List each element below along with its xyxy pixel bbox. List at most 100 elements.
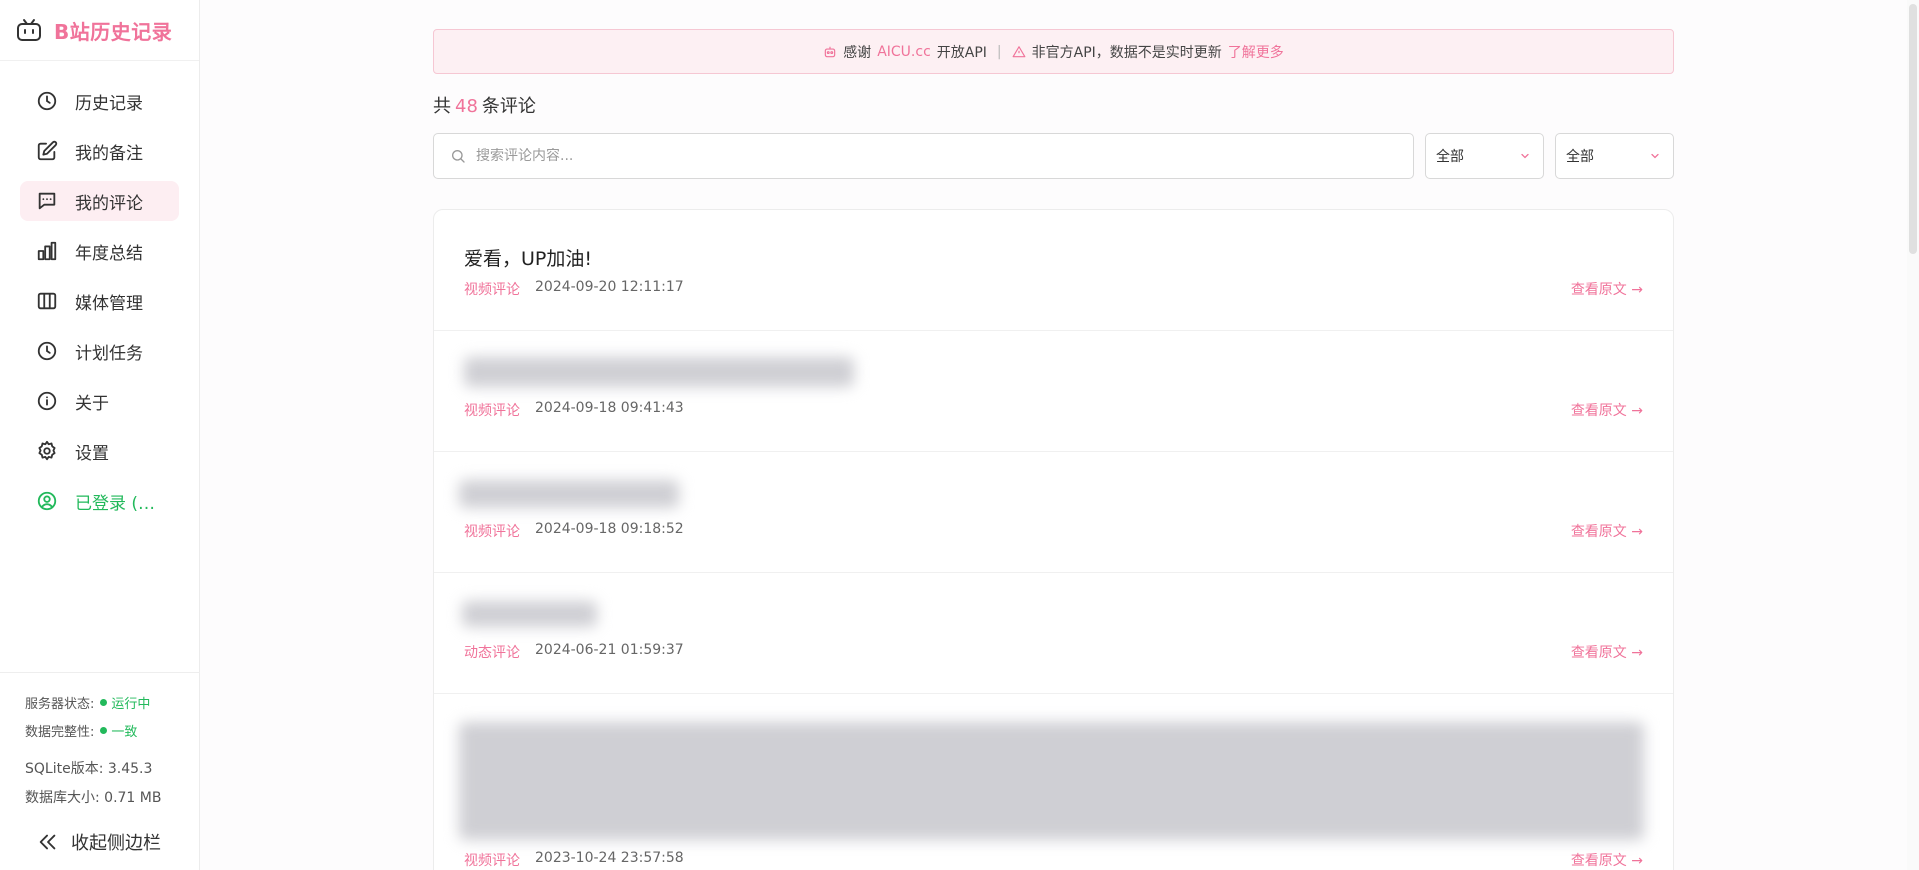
sidebar-item-comments[interactable]: 我的评论 (20, 181, 179, 221)
comment-type: 动态评论 (464, 645, 520, 661)
count-suffix: 条评论 (481, 96, 536, 117)
notice-thanks: 感谢 (843, 44, 872, 61)
sidebar-item-login[interactable]: 已登录 (… (20, 481, 179, 521)
sort-value: 全部 (1566, 149, 1594, 165)
sidebar-item-notes[interactable]: 我的备注 (20, 131, 179, 171)
sidebar-item-label: 历史记录 (75, 93, 143, 114)
comment-type-value: 全部 (1436, 149, 1464, 165)
sidebar-item-about[interactable]: 关于 (20, 381, 179, 421)
sidebar-item-label: 关于 (75, 393, 109, 414)
blurred-comment-content (459, 480, 679, 508)
view-original-link[interactable]: 查看原文 → (1571, 850, 1643, 870)
page-scrollbar[interactable] (1907, 0, 1919, 870)
sidebar-item-label: 我的备注 (75, 143, 143, 164)
server-status: 服务器状态: 运行中 (25, 693, 200, 712)
bar-chart-icon (36, 240, 58, 262)
comment-item: 视频评论 2024-09-18 09:41:43 查看原文 → (434, 331, 1673, 452)
sort-select[interactable]: 全部 (1555, 133, 1674, 179)
comment-time: 2024-09-18 09:18:52 (535, 521, 684, 537)
sidebar: B站历史记录 历史记录 我的备注 我的评论 年度总结 媒体管理 计划任务 关于 … (0, 0, 200, 870)
comment-time: 2023-10-24 23:57:58 (535, 850, 684, 866)
api-notice-banner: 感谢 AICU.cc 开放API | 非官方API，数据不是实时更新 了解更多 (433, 29, 1674, 74)
notice-separator: | (996, 43, 1002, 60)
app-root: B站历史记录 历史记录 我的备注 我的评论 年度总结 媒体管理 计划任务 关于 … (0, 0, 1919, 870)
integrity-label: 数据完整性: (25, 725, 95, 740)
aicu-link[interactable]: AICU.cc (877, 44, 931, 60)
sidebar-item-settings[interactable]: 设置 (20, 431, 179, 471)
sidebar-item-media[interactable]: 媒体管理 (20, 281, 179, 321)
comment-time: 2024-09-18 09:41:43 (535, 400, 684, 416)
brand-title: B站历史记录 (54, 19, 173, 44)
comment-count: 共 48 条评论 (433, 92, 1674, 118)
comment-time: 2024-06-21 01:59:37 (535, 642, 684, 658)
notice-open-api: 开放API (936, 44, 987, 61)
view-original-link[interactable]: 查看原文 → (1571, 400, 1643, 420)
tv-logo-icon (17, 19, 41, 41)
learn-more-link[interactable]: 了解更多 (1228, 42, 1284, 62)
comment-type: 视频评论 (464, 282, 520, 298)
comment-meta: 视频评论 2024-09-20 12:11:17 (464, 279, 684, 299)
comment-icon (36, 190, 58, 212)
blurred-comment-content (462, 601, 597, 627)
view-original-link[interactable]: 查看原文 → (1571, 279, 1643, 299)
clock-icon (36, 340, 58, 362)
sidebar-item-history[interactable]: 历史记录 (20, 81, 179, 121)
view-original-link[interactable]: 查看原文 → (1571, 642, 1643, 662)
search-icon (452, 150, 465, 163)
clock-icon (36, 90, 58, 112)
count-number: 48 (455, 96, 478, 117)
comment-type: 视频评论 (464, 403, 520, 419)
chevron-down-icon (1521, 153, 1529, 159)
user-circle-icon (36, 490, 58, 512)
filter-bar: 全部 全部 (433, 133, 1674, 179)
info-icon (36, 390, 58, 412)
status-dot-icon (100, 699, 108, 706)
comment-item: 动态评论 2024-06-21 01:59:37 查看原文 → (434, 573, 1673, 694)
server-status-value: 运行中 (111, 697, 151, 712)
search-box[interactable] (433, 133, 1414, 179)
main-content: 感谢 AICU.cc 开放API | 非官方API，数据不是实时更新 了解更多 … (433, 29, 1674, 870)
comment-list: 爱看，UP加油! 视频评论 2024-09-20 12:11:17 查看原文 →… (433, 209, 1674, 870)
comment-content: 爱看，UP加油! (464, 248, 592, 270)
gear-icon (36, 440, 58, 462)
sidebar-status-panel: 服务器状态: 运行中 数据完整性: 一致 SQLite版本: 3.45.3 数据… (0, 672, 200, 870)
library-icon (36, 290, 58, 312)
chevron-down-icon (1651, 153, 1659, 159)
comment-type: 视频评论 (464, 853, 520, 869)
integrity-value: 一致 (111, 725, 138, 740)
comment-item: 爱看，UP加油! 视频评论 2024-09-20 12:11:17 查看原文 → (434, 210, 1673, 331)
scrollbar-thumb[interactable] (1909, 4, 1917, 254)
sidebar-item-label: 计划任务 (75, 343, 143, 364)
sidebar-nav: 历史记录 我的备注 我的评论 年度总结 媒体管理 计划任务 关于 设置 已登录 … (0, 61, 199, 521)
double-chevron-left-icon (39, 834, 56, 850)
view-original-link[interactable]: 查看原文 → (1571, 521, 1643, 541)
comment-type-select[interactable]: 全部 (1425, 133, 1544, 179)
notice-warning: 非官方API，数据不是实时更新 (1031, 44, 1222, 61)
sidebar-item-annual-summary[interactable]: 年度总结 (20, 231, 179, 271)
comment-type: 视频评论 (464, 524, 520, 540)
sidebar-item-label: 设置 (75, 443, 109, 464)
warning-icon (1012, 45, 1026, 57)
search-input[interactable] (476, 148, 1376, 164)
blurred-comment-content (464, 357, 854, 387)
data-integrity: 数据完整性: 一致 (25, 721, 200, 740)
sidebar-item-label: 媒体管理 (75, 293, 143, 314)
comment-time: 2024-09-20 12:11:17 (535, 279, 684, 295)
edit-icon (36, 140, 58, 162)
brand-header[interactable]: B站历史记录 (0, 0, 199, 61)
server-status-label: 服务器状态: (25, 697, 95, 712)
comment-meta: 视频评论 2023-10-24 23:57:58 (464, 850, 684, 870)
comment-meta: 视频评论 2024-09-18 09:18:52 (464, 521, 684, 541)
collapse-sidebar-label: 收起侧边栏 (71, 833, 161, 854)
database-size: 数据库大小: 0.71 MB (25, 790, 162, 806)
robot-icon (824, 46, 836, 57)
comment-item: 视频评论 2023-10-24 23:57:58 查看原文 → (434, 694, 1673, 870)
sidebar-item-scheduled-tasks[interactable]: 计划任务 (20, 331, 179, 371)
sidebar-item-label: 我的评论 (75, 193, 143, 214)
comment-meta: 视频评论 2024-09-18 09:41:43 (464, 400, 684, 420)
comment-meta: 动态评论 2024-06-21 01:59:37 (464, 642, 684, 662)
sidebar-item-label: 年度总结 (75, 243, 143, 264)
status-dot-icon (100, 727, 108, 734)
count-prefix: 共 (433, 96, 451, 117)
collapse-sidebar-button[interactable]: 收起侧边栏 (37, 829, 200, 855)
